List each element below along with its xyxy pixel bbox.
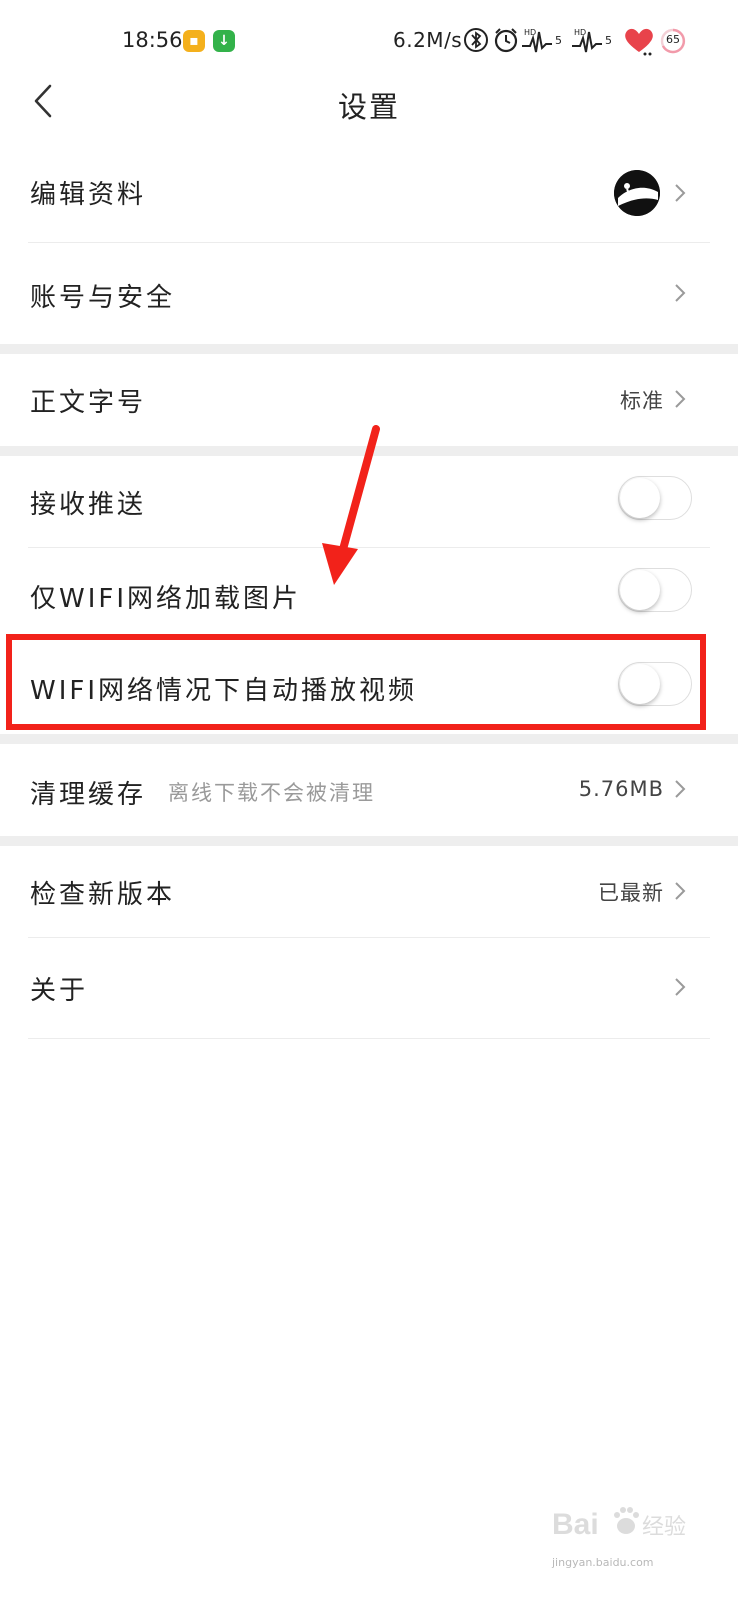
clear-cache-label: 清理缓存	[30, 780, 147, 810]
about-label: 关于	[30, 976, 89, 1006]
chevron-right-icon	[675, 284, 686, 302]
check-update-label: 检查新版本	[30, 880, 176, 910]
edit-profile-label: 编辑资料	[30, 180, 147, 210]
check-update-row[interactable]: 检查新版本 已最新	[0, 846, 738, 938]
wifi-only-images-toggle[interactable]	[618, 568, 692, 612]
chevron-right-icon	[675, 390, 686, 408]
about-row[interactable]: 关于	[0, 938, 738, 1038]
heart-icon	[625, 28, 653, 56]
toggle-knob	[620, 478, 660, 518]
section-separator	[0, 734, 738, 744]
svg-text:5: 5	[555, 34, 562, 47]
net-speed: 6.2M/s	[393, 28, 463, 52]
hd-signal-icon: HD 5	[522, 28, 562, 53]
battery-level: 65	[666, 33, 680, 46]
receive-push-toggle[interactable]	[618, 476, 692, 520]
font-size-value: 标准	[620, 389, 664, 413]
bluetooth-icon	[464, 28, 488, 52]
alarm-icon	[494, 28, 518, 53]
app-notification-icon: ▪	[183, 30, 205, 52]
watermark-url: jingyan.baidu.com	[552, 1556, 654, 1569]
hd-signal-icon: HD 5	[572, 28, 612, 53]
section-separator	[0, 344, 738, 354]
svg-text:HD: HD	[574, 28, 586, 37]
receive-push-label: 接收推送	[30, 490, 147, 520]
page-title: 设置	[337, 90, 400, 124]
check-update-value: 已最新	[598, 881, 664, 905]
font-size-label: 正文字号	[30, 388, 147, 418]
wifi-only-images-label: 仅WIFI网络加载图片	[30, 584, 301, 614]
svg-text:HD: HD	[524, 28, 536, 37]
toggle-knob	[620, 570, 660, 610]
download-icon: ↓	[213, 30, 235, 52]
battery-icon: 65	[660, 28, 686, 54]
chevron-right-icon	[675, 184, 686, 202]
avatar[interactable]	[614, 170, 660, 216]
clear-cache-hint: 离线下载不会被清理	[168, 781, 375, 805]
divider	[28, 1038, 710, 1039]
svg-text:5: 5	[605, 34, 612, 47]
chevron-right-icon	[675, 780, 686, 798]
nav-bar: 设置	[0, 80, 738, 126]
highlight-box	[6, 634, 706, 730]
svg-text:经验: 经验	[642, 1515, 686, 1540]
section-separator	[0, 836, 738, 846]
account-security-label: 账号与安全	[30, 283, 176, 313]
status-bar: 18:56 ▪ ↓ 6.2M/s HD 5 HD 5 65	[0, 0, 738, 80]
chevron-right-icon	[675, 978, 686, 996]
clear-cache-row[interactable]: 清理缓存 离线下载不会被清理 5.76MB	[0, 744, 738, 836]
svg-text:Bai: Bai	[552, 1508, 599, 1541]
baidu-jingyan-watermark: Bai 经验	[552, 1500, 702, 1560]
chevron-right-icon	[675, 882, 686, 900]
cache-size-value: 5.76MB	[578, 777, 664, 801]
red-arrow-annotation	[322, 425, 380, 585]
account-security-row[interactable]: 账号与安全	[0, 243, 738, 344]
status-time: 18:56	[122, 28, 183, 52]
